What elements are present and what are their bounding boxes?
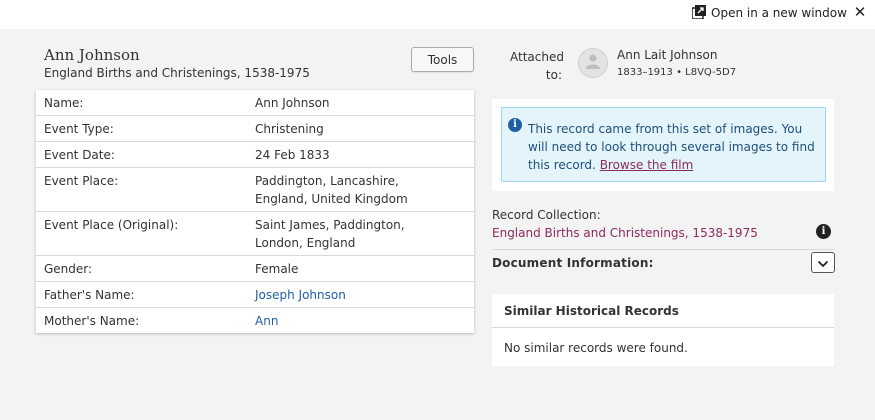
table-row: Event Date: 24 Feb 1833 bbox=[36, 141, 474, 168]
row-value: Paddington, Lancashire, England, United … bbox=[247, 167, 474, 212]
row-value: Ann bbox=[247, 307, 474, 333]
table-row: Mother's Name: Ann bbox=[36, 307, 474, 333]
browse-film-link[interactable]: Browse the film bbox=[600, 158, 694, 172]
info-icon: i bbox=[508, 118, 522, 132]
open-new-window-icon bbox=[691, 4, 711, 22]
row-label: Event Type: bbox=[36, 115, 247, 142]
close-icon[interactable]: ✕ bbox=[852, 3, 868, 21]
attached-person-meta: 1833–1913 • L8VQ-5D7 bbox=[617, 67, 737, 78]
avatar[interactable] bbox=[578, 48, 608, 78]
record-collection-label: Record Collection: bbox=[492, 208, 601, 222]
info-message: This record came from this set of images… bbox=[528, 120, 818, 174]
row-value: Saint James, Paddington, London, England bbox=[247, 211, 474, 256]
similar-records-title: Similar Historical Records bbox=[504, 304, 679, 318]
row-label: Event Place (Original): bbox=[36, 211, 247, 256]
card-divider bbox=[492, 327, 834, 328]
info-icon[interactable]: i bbox=[816, 224, 831, 239]
table-row: Event Type: Christening bbox=[36, 115, 474, 142]
row-label: Mother's Name: bbox=[36, 307, 247, 333]
top-bar: Open in a new window ✕ bbox=[0, 0, 875, 29]
attached-person-name[interactable]: Ann Lait Johnson bbox=[617, 48, 717, 62]
record-collection-link[interactable]: England Births and Christenings, 1538-19… bbox=[492, 226, 758, 240]
open-new-window-link[interactable]: Open in a new window bbox=[691, 4, 847, 22]
person-name-title: Ann Johnson bbox=[44, 46, 140, 64]
table-row: Event Place (Original): Saint James, Pad… bbox=[36, 211, 474, 256]
document-information-heading: Document Information: bbox=[492, 256, 654, 270]
avatar-icon bbox=[585, 53, 601, 73]
row-label: Event Date: bbox=[36, 141, 247, 168]
similar-records-card: Similar Historical Records No similar re… bbox=[492, 294, 834, 366]
row-value: Female bbox=[247, 255, 474, 282]
chevron-down-icon bbox=[817, 253, 829, 272]
row-label: Name: bbox=[44, 96, 84, 110]
collection-subtitle: England Births and Christenings, 1538-19… bbox=[44, 66, 310, 80]
attached-to-label: Attached to: bbox=[510, 50, 564, 82]
table-row: Name: Ann Johnson bbox=[36, 90, 474, 116]
section-divider bbox=[492, 249, 834, 250]
open-new-window-label: Open in a new window bbox=[711, 6, 847, 20]
row-label: Father's Name: bbox=[36, 281, 247, 308]
image-info-alert: i This record came from this set of imag… bbox=[501, 107, 826, 182]
table-row: Event Place: Paddington, Lancashire, Eng… bbox=[36, 167, 474, 212]
row-value: Ann Johnson bbox=[255, 96, 330, 110]
father-name-link[interactable]: Joseph Johnson bbox=[255, 288, 346, 302]
row-value: 24 Feb 1833 bbox=[247, 141, 474, 168]
row-label: Event Place: bbox=[36, 167, 247, 212]
row-label: Gender: bbox=[36, 255, 247, 282]
document-information-toggle[interactable] bbox=[811, 252, 835, 273]
tools-button[interactable]: Tools bbox=[411, 47, 474, 72]
row-value: Christening bbox=[247, 115, 474, 142]
row-value: Joseph Johnson bbox=[247, 281, 474, 308]
similar-records-empty-message: No similar records were found. bbox=[504, 341, 688, 355]
record-details-table: Name: Ann Johnson Event Type: Christenin… bbox=[36, 90, 474, 333]
table-row: Gender: Female bbox=[36, 255, 474, 282]
table-row: Father's Name: Joseph Johnson bbox=[36, 281, 474, 308]
mother-name-link[interactable]: Ann bbox=[255, 314, 278, 328]
